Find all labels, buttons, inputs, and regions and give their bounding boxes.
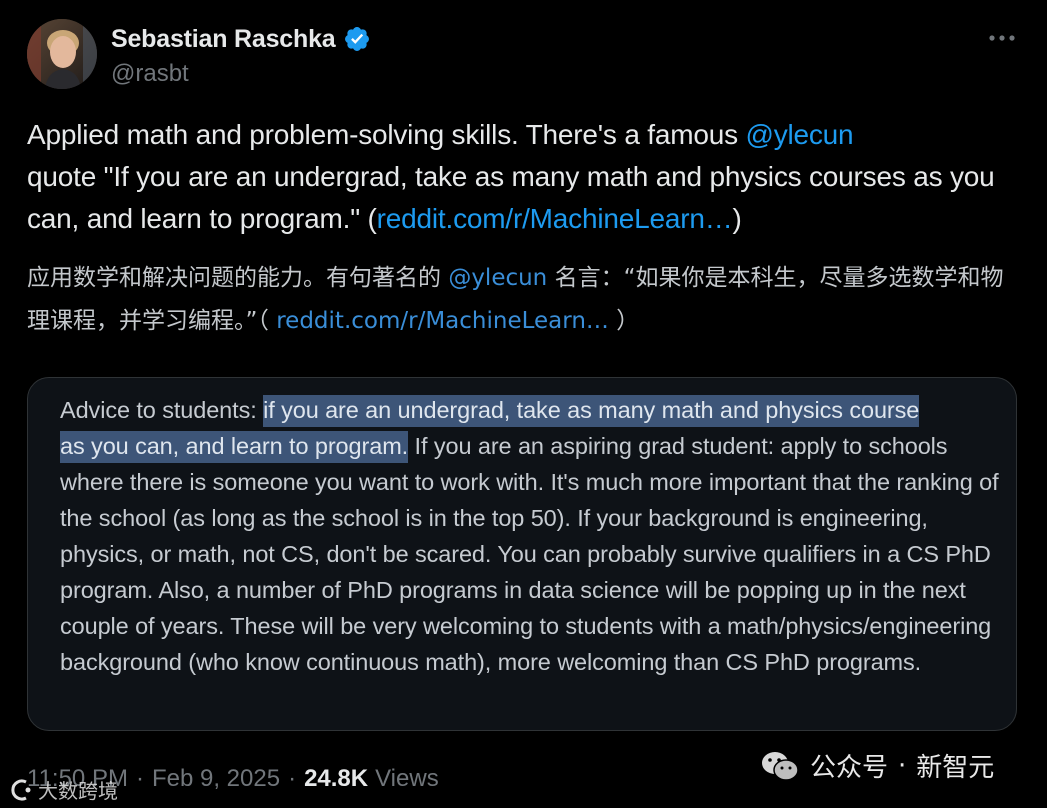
avatar[interactable]: [27, 19, 97, 89]
tweet-date[interactable]: Feb 9, 2025: [152, 765, 280, 793]
translation-reddit-link[interactable]: reddit.com/r/MachineLearn…: [276, 308, 609, 334]
highlighted-text-continued: as you can, and learn to program.: [60, 431, 408, 463]
watermark-right: 公众号 · 新智元: [760, 747, 994, 784]
tweet-text-intro: Applied math and problem-solving skills.…: [27, 119, 746, 150]
wechat-logo-icon: [760, 749, 800, 783]
quoted-text-rest: If you are an aspiring grad student: app…: [60, 433, 999, 675]
translation-intro: 应用数学和解决问题的能力。有句著名的: [27, 265, 449, 291]
tweet-text-end: ): [732, 203, 742, 234]
author-handle[interactable]: @rasbt: [111, 60, 189, 88]
meta-separator-2: ·: [288, 765, 297, 792]
views-label[interactable]: Views: [375, 765, 439, 793]
watermark-logo-icon: [8, 777, 34, 803]
watermark-name-text: 新智元: [916, 753, 995, 783]
views-count[interactable]: 24.8K: [304, 765, 368, 793]
watermark-left-text: 大数跨境: [38, 779, 118, 803]
mention-link[interactable]: @ylecun: [745, 119, 853, 150]
quoted-text: Advice to students: if you are an underg…: [60, 392, 1010, 680]
verified-badge-icon: [343, 25, 371, 53]
watermark-service-text: 公众号: [810, 753, 889, 783]
translation-mention-link[interactable]: @ylecun: [448, 265, 547, 291]
author-name-row[interactable]: Sebastian Raschka: [111, 22, 371, 56]
quoted-text-lead: Advice to students:: [60, 397, 264, 423]
meta-separator: ·: [135, 765, 144, 792]
reddit-link[interactable]: reddit.com/r/MachineLearn…: [377, 203, 733, 234]
quoted-image-card[interactable]: Advice to students: if you are an underg…: [27, 377, 1017, 731]
watermark-left: 大数跨境: [8, 775, 118, 804]
more-options-icon[interactable]: [985, 26, 1021, 50]
tweet-text: Applied math and problem-solving skills.…: [27, 114, 1017, 240]
translation-text: 应用数学和解决问题的能力。有句著名的 @ylecun 名言：“如果你是本科生，尽…: [27, 257, 1017, 343]
highlighted-text: if you are an undergrad, take as many ma…: [263, 395, 919, 427]
translation-end: ）: [608, 308, 640, 334]
watermark-dot: ·: [898, 750, 907, 781]
author-name[interactable]: Sebastian Raschka: [111, 25, 336, 54]
